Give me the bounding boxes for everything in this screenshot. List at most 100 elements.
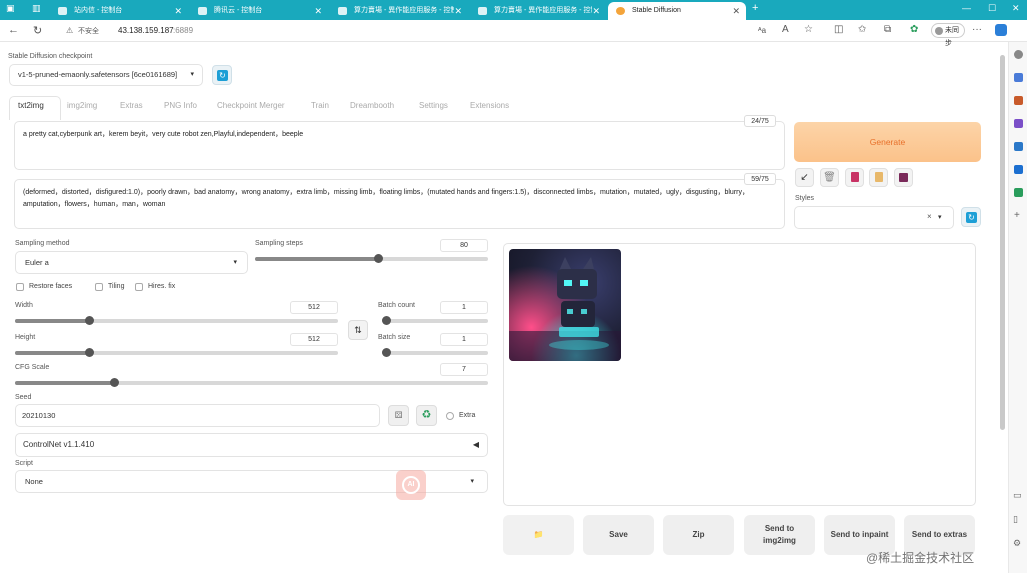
page-scrollbar[interactable]: [1000, 55, 1005, 430]
shopping-icon[interactable]: [1014, 73, 1023, 82]
tab-txt2img[interactable]: txt2img: [18, 101, 44, 110]
maximize-icon[interactable]: ☐: [988, 3, 996, 14]
tab-actions-icon[interactable]: ▥: [32, 3, 41, 14]
extra-networks-button[interactable]: [845, 168, 864, 187]
sidebar-layout-icon[interactable]: ▭: [1013, 490, 1022, 501]
add-sidebar-app-icon[interactable]: +: [1014, 210, 1020, 221]
browser-tab-1[interactable]: 站内信 - 控制台 ✕: [50, 2, 188, 20]
window-menu-icon[interactable]: ▣: [6, 3, 15, 14]
tools-icon[interactable]: [1014, 96, 1023, 105]
security-warning-icon[interactable]: ⚠: [66, 26, 73, 35]
generated-image[interactable]: [509, 249, 621, 361]
new-tab-icon[interactable]: +: [752, 2, 758, 14]
read-aloud-icon[interactable]: A: [782, 24, 789, 35]
profile-sync-button[interactable]: 未同步: [931, 23, 965, 47]
tab-img2img[interactable]: img2img: [67, 101, 97, 110]
reuse-seed-button[interactable]: ♻: [416, 405, 437, 426]
url-port[interactable]: :6889: [173, 26, 193, 35]
translate-icon[interactable]: ᴬa: [758, 26, 766, 35]
tab-dreambooth[interactable]: Dreambooth: [350, 101, 394, 110]
slider-thumb[interactable]: [382, 316, 391, 325]
close-tab-icon[interactable]: ✕: [314, 2, 322, 20]
restore-faces-checkbox[interactable]: [16, 283, 24, 291]
tab-settings[interactable]: Settings: [419, 101, 448, 110]
slider-thumb[interactable]: [382, 348, 391, 357]
tab-extras[interactable]: Extras: [120, 101, 143, 110]
browser-tab-4[interactable]: 算力賣場 - 異作能应用服务 - 控制 ✕: [470, 2, 606, 20]
apply-style-button[interactable]: [869, 168, 888, 187]
sampling-steps-slider[interactable]: [255, 254, 488, 263]
width-input[interactable]: 512: [290, 301, 338, 314]
seed-input[interactable]: 20210130: [15, 404, 380, 427]
slider-thumb[interactable]: [85, 348, 95, 357]
read-params-button[interactable]: ↙: [795, 168, 814, 187]
sampling-method-select[interactable]: Euler a ▾: [15, 251, 248, 274]
favorites-icon[interactable]: ✩: [858, 24, 866, 35]
slider-thumb[interactable]: [110, 378, 120, 387]
checkpoint-select[interactable]: v1-5-pruned-emaonly.safetensors [6ce0161…: [9, 64, 203, 86]
microsoft365-icon[interactable]: [1014, 142, 1023, 151]
close-window-icon[interactable]: ✕: [1012, 3, 1020, 14]
extra-seed-checkbox[interactable]: [446, 412, 454, 420]
batch-count-input[interactable]: 1: [440, 301, 488, 314]
more-menu-icon[interactable]: ···: [972, 24, 982, 35]
random-seed-button[interactable]: ⚄: [388, 405, 409, 426]
tab-extensions[interactable]: Extensions: [470, 101, 509, 110]
batch-size-input[interactable]: 1: [440, 333, 488, 346]
back-icon[interactable]: ←: [8, 24, 19, 36]
close-tab-icon[interactable]: ✕: [592, 2, 600, 20]
send-to-img2img-button[interactable]: Send to img2img: [744, 515, 815, 555]
styles-select[interactable]: × ▾: [794, 206, 954, 229]
settings-icon[interactable]: ⚙: [1013, 538, 1021, 549]
negative-prompt-textarea[interactable]: (deformed，distorted，disfigured:1.0)，poor…: [14, 179, 785, 229]
refresh-checkpoint-button[interactable]: ↻: [212, 65, 232, 85]
favorite-star-icon[interactable]: ☆: [804, 24, 813, 35]
outlook-icon[interactable]: [1014, 165, 1023, 174]
generate-button[interactable]: Generate: [794, 122, 981, 162]
reload-icon[interactable]: ↻: [33, 24, 42, 37]
save-style-button[interactable]: [894, 168, 913, 187]
close-tab-icon[interactable]: ✕: [454, 2, 462, 20]
copilot-icon[interactable]: [995, 24, 1007, 36]
slider-thumb[interactable]: [85, 316, 95, 325]
swap-dimensions-button[interactable]: ⇅: [348, 320, 368, 340]
games-icon[interactable]: [1014, 119, 1023, 128]
split-screen-icon[interactable]: ◫: [834, 24, 843, 35]
prompt-textarea[interactable]: a pretty cat,cyberpunk art，kerem beyit，v…: [14, 121, 785, 170]
save-button[interactable]: Save: [583, 515, 654, 555]
browser-tab-2[interactable]: 腾讯云 - 控制台 ✕: [190, 2, 328, 20]
tab-train[interactable]: Train: [311, 101, 329, 110]
height-input[interactable]: 512: [290, 333, 338, 346]
tab-checkpoint-merger[interactable]: Checkpoint Merger: [217, 101, 285, 110]
height-slider[interactable]: [15, 348, 338, 357]
clear-styles-icon[interactable]: ×: [927, 212, 932, 221]
batch-size-slider[interactable]: [382, 348, 488, 357]
close-tab-icon[interactable]: ✕: [732, 2, 740, 20]
collections-icon[interactable]: ⧉: [884, 24, 891, 35]
sidebar-panel-icon[interactable]: ▯: [1013, 514, 1018, 525]
tab-png-info[interactable]: PNG Info: [164, 101, 197, 110]
avatar-icon: [935, 27, 943, 35]
extension-icon[interactable]: ✿: [910, 24, 918, 35]
ai-assistant-badge[interactable]: AI: [396, 470, 426, 500]
browser-tab-stable-diffusion[interactable]: Stable Diffusion ✕: [608, 2, 746, 20]
open-folder-button[interactable]: 📁: [503, 515, 574, 555]
search-icon[interactable]: [1014, 50, 1023, 59]
batch-count-slider[interactable]: [382, 316, 488, 325]
tiling-checkbox[interactable]: [95, 283, 103, 291]
cfg-scale-input[interactable]: 7: [440, 363, 488, 376]
cfg-scale-slider[interactable]: [15, 378, 488, 387]
zip-button[interactable]: Zip: [663, 515, 734, 555]
sampling-steps-input[interactable]: 80: [440, 239, 488, 252]
minimize-icon[interactable]: —: [962, 3, 971, 13]
hires-fix-checkbox[interactable]: [135, 283, 143, 291]
refresh-styles-button[interactable]: ↻: [961, 207, 981, 227]
clear-prompt-button[interactable]: 🗑: [820, 168, 839, 187]
width-slider[interactable]: [15, 316, 338, 325]
designer-icon[interactable]: [1014, 188, 1023, 197]
slider-thumb[interactable]: [374, 254, 384, 263]
browser-tab-3[interactable]: 算力賣場 - 異作能应用服务 - 控制 ✕: [330, 2, 468, 20]
url-host[interactable]: 43.138.159.187: [118, 26, 174, 35]
close-tab-icon[interactable]: ✕: [174, 2, 182, 20]
controlnet-accordion[interactable]: ControlNet v1.1.410 ◀: [15, 433, 488, 457]
